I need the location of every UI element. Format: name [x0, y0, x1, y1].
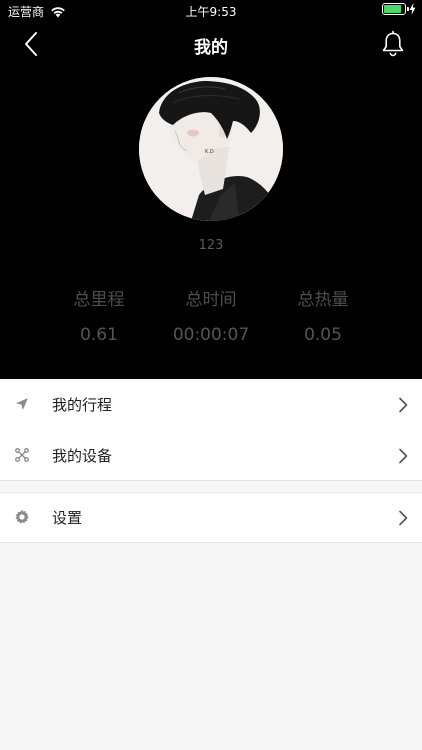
stat-value: 0.61 [80, 325, 118, 345]
menu-item-my-devices[interactable]: 我的设备 [0, 430, 422, 481]
divider [0, 542, 422, 543]
battery-cap [407, 7, 409, 11]
battery-icon [382, 3, 409, 15]
stat-label: 总里程 [73, 290, 125, 310]
avatar-image: K.D [139, 77, 283, 221]
battery-level [384, 5, 402, 13]
menu-group-main: 我的行程 我的设备 [0, 379, 422, 481]
username: 123 [198, 238, 224, 253]
stat-label: 总热量 [297, 290, 349, 310]
svg-text:K.D: K.D [205, 149, 214, 155]
menu-item-label: 我的行程 [52, 396, 113, 414]
menu-item-label: 我的设备 [52, 447, 113, 465]
menu-item-my-trips[interactable]: 我的行程 [0, 379, 422, 430]
divider [0, 480, 422, 481]
drone-icon [15, 448, 29, 462]
status-bar: 运营商 上午9:53 [0, 0, 422, 22]
nav-bar: 我的 [0, 22, 422, 66]
stat-label: 总时间 [185, 290, 237, 310]
charging-bolt-icon [409, 3, 416, 15]
status-time: 上午9:53 [185, 5, 237, 19]
stat-total-time: 总时间 00:00:07 [151, 288, 271, 347]
page-title: 我的 [194, 38, 228, 58]
menu-group-settings: 设置 [0, 492, 422, 543]
chevron-right-icon [399, 510, 408, 526]
avatar[interactable]: K.D [139, 77, 283, 221]
stat-value: 00:00:07 [172, 325, 250, 345]
profile-header: 运营商 上午9:53 我的 K.D 123 总里程 0.61 总时间 00:00… [0, 0, 422, 379]
navigation-arrow-icon [16, 398, 28, 410]
chevron-right-icon [399, 448, 408, 464]
notification-button[interactable] [380, 30, 406, 58]
stat-value: 0.05 [304, 325, 342, 345]
status-right [382, 3, 416, 15]
bell-icon [382, 30, 404, 57]
chevron-right-icon [399, 397, 408, 413]
menu-item-label: 设置 [52, 509, 83, 527]
stat-total-calories: 总热量 0.05 [263, 288, 383, 347]
stat-total-distance: 总里程 0.61 [39, 288, 159, 347]
menu-item-settings[interactable]: 设置 [0, 492, 422, 543]
gear-icon [15, 509, 29, 524]
